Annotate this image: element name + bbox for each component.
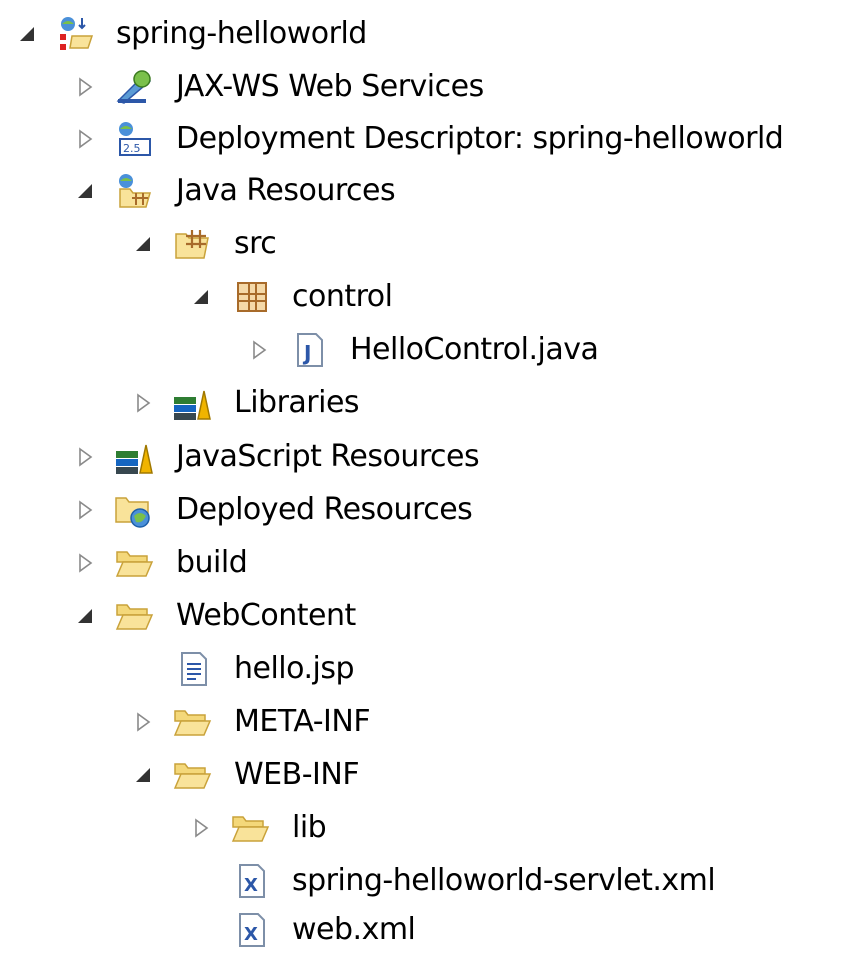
- expand-toggle-icon[interactable]: [72, 444, 98, 470]
- tree-node-label: HelloControl.java: [350, 332, 599, 367]
- folder-icon: [172, 755, 212, 795]
- java-file-icon: J: [290, 330, 330, 370]
- deployment-descriptor-icon: 2.5: [114, 119, 154, 159]
- tree-node-label: src: [234, 226, 277, 261]
- expand-toggle-icon[interactable]: [246, 337, 272, 363]
- expand-toggle-icon[interactable]: [72, 550, 98, 576]
- collapse-toggle-icon[interactable]: [72, 603, 98, 629]
- tree-node-label: WEB-INF: [234, 757, 360, 792]
- svg-text:X: X: [244, 875, 258, 896]
- folder-icon: [114, 596, 154, 636]
- expand-toggle-icon[interactable]: [72, 74, 98, 100]
- tree-node-label: web.xml: [292, 912, 416, 947]
- tree-node-label: lib: [292, 810, 327, 845]
- jsp-file-icon: [174, 649, 214, 689]
- web-project-icon: [56, 14, 96, 54]
- tree-node-label: Libraries: [234, 385, 360, 420]
- collapse-toggle-icon[interactable]: [130, 231, 156, 257]
- tree-node-label: control: [292, 279, 393, 314]
- source-folder-icon: [172, 224, 212, 264]
- package-icon: [232, 277, 272, 317]
- tree-node-label: Deployment Descriptor: spring-helloworld: [176, 121, 784, 156]
- jax-ws-services-icon: [114, 67, 154, 107]
- collapse-toggle-icon[interactable]: [130, 762, 156, 788]
- java-resources-icon: [114, 171, 154, 211]
- collapse-toggle-icon[interactable]: [72, 178, 98, 204]
- folder-icon: [172, 702, 212, 742]
- tree-node-label: META-INF: [234, 704, 371, 739]
- folder-icon: [114, 543, 154, 583]
- tree-node-label: Deployed Resources: [176, 492, 473, 527]
- tree-node-label: JAX-WS Web Services: [176, 69, 484, 104]
- libraries-icon: [114, 437, 154, 477]
- tree-node-label: hello.jsp: [234, 651, 355, 686]
- tree-node-label: spring-helloworld: [116, 16, 367, 51]
- tree-node-label: Java Resources: [176, 173, 396, 208]
- libraries-icon: [172, 383, 212, 423]
- expand-toggle-icon[interactable]: [72, 126, 98, 152]
- expand-toggle-icon[interactable]: [130, 709, 156, 735]
- xml-file-icon: X: [232, 910, 272, 950]
- svg-text:J: J: [302, 341, 311, 365]
- tree-node-label: WebContent: [176, 598, 356, 633]
- tree-node-label: build: [176, 545, 248, 580]
- expand-toggle-icon[interactable]: [188, 815, 214, 841]
- svg-text:2.5: 2.5: [123, 142, 141, 155]
- tree-node-label: spring-helloworld-servlet.xml: [292, 863, 716, 898]
- collapse-toggle-icon[interactable]: [14, 21, 40, 47]
- expand-toggle-icon[interactable]: [72, 497, 98, 523]
- folder-icon: [230, 808, 270, 848]
- svg-text:X: X: [244, 924, 258, 945]
- collapse-toggle-icon[interactable]: [188, 284, 214, 310]
- project-explorer-tree: spring-helloworld JAX-WS Web Services 2.…: [0, 0, 860, 948]
- deployed-resources-icon: [114, 490, 154, 530]
- xml-file-icon: X: [232, 861, 272, 901]
- tree-node-label: JavaScript Resources: [176, 439, 480, 474]
- expand-toggle-icon[interactable]: [130, 390, 156, 416]
